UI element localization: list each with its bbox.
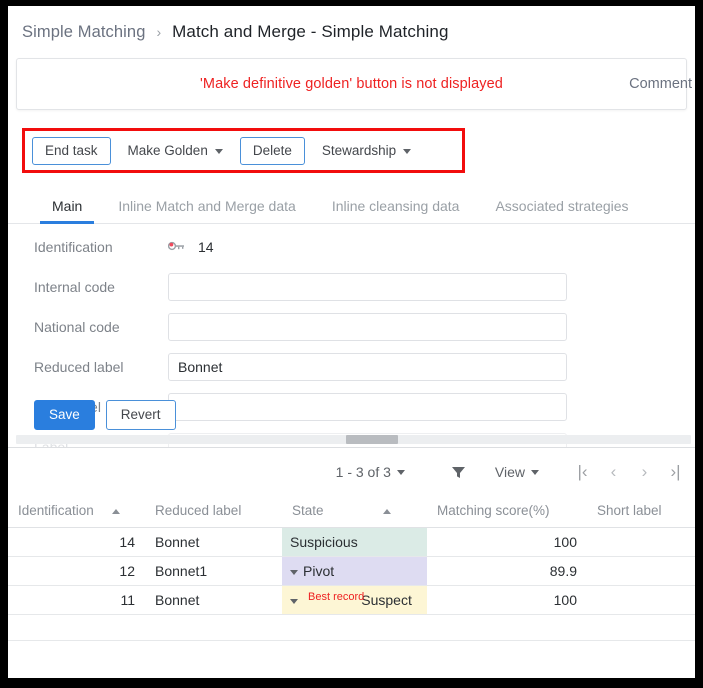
comment-label[interactable]: Comment <box>629 76 692 92</box>
cell-state[interactable]: Pivot <box>282 557 427 586</box>
table-row[interactable]: 14 Bonnet Suspicious 100 <box>8 528 695 557</box>
notification-bar: 'Make definitive golden' button is not d… <box>16 58 687 110</box>
best-record-badge: Best record <box>308 591 364 603</box>
national-code-input[interactable] <box>168 313 567 341</box>
horizontal-scrollbar-thumb[interactable] <box>346 435 398 444</box>
view-label: View <box>495 464 525 480</box>
column-header-label: Reduced label <box>155 503 241 518</box>
table-row[interactable]: 12 Bonnet1 Pivot 89.9 <box>8 557 695 586</box>
chevron-down-icon <box>531 470 539 475</box>
make-golden-button[interactable]: Make Golden <box>117 137 234 165</box>
tab-main[interactable]: Main <box>34 198 100 223</box>
form-row-internal-code: Internal code <box>8 270 695 304</box>
previous-page-button[interactable]: ‹ <box>598 457 629 487</box>
identification-label: Identification <box>8 239 168 255</box>
form-row-reduced-label: Reduced label <box>8 350 695 384</box>
tab-inline-cleansing-data[interactable]: Inline cleansing data <box>314 198 478 223</box>
end-task-button[interactable]: End task <box>32 137 111 165</box>
internal-code-input[interactable] <box>168 273 567 301</box>
column-header-identification[interactable]: Identification <box>8 496 145 528</box>
tab-inline-match-and-merge-data[interactable]: Inline Match and Merge data <box>100 198 313 223</box>
cell-identification: 12 <box>8 557 145 586</box>
form-row-identification: Identification 14 <box>8 230 695 264</box>
cell-state[interactable]: Best recordSuspect <box>282 586 427 615</box>
state-label: Suspect <box>361 592 412 608</box>
table-header-row: Identification Reduced label State Match… <box>8 496 695 528</box>
breadcrumb: Simple Matching › Match and Merge - Simp… <box>8 6 695 58</box>
expand-caret-icon[interactable] <box>290 570 298 575</box>
cell-short-label <box>587 557 695 586</box>
first-page-button[interactable]: |‹ <box>567 457 598 487</box>
chevron-down-icon <box>403 149 411 154</box>
column-header-short-label[interactable]: Short label <box>587 496 695 528</box>
last-page-button[interactable]: ›| <box>660 457 691 487</box>
identification-value: 14 <box>198 239 214 255</box>
stewardship-button[interactable]: Stewardship <box>311 137 422 165</box>
revert-button[interactable]: Revert <box>106 400 176 430</box>
cell-reduced-label: Bonnet <box>145 586 282 615</box>
national-code-label: National code <box>8 319 168 335</box>
make-golden-label: Make Golden <box>128 144 208 158</box>
cell-reduced-label: Bonnet1 <box>145 557 282 586</box>
cell-matching-score: 100 <box>427 528 587 557</box>
column-header-matching-score[interactable]: Matching score(%) <box>427 496 587 528</box>
horizontal-scrollbar[interactable] <box>16 435 691 444</box>
expand-caret-icon[interactable] <box>290 599 298 604</box>
cell-identification: 11 <box>8 586 145 615</box>
pagination-range-dropdown[interactable]: 1 - 3 of 3 <box>336 464 405 480</box>
column-header-label: Identification <box>18 503 94 518</box>
sort-ascending-icon <box>112 509 120 514</box>
tab-associated-strategies[interactable]: Associated strategies <box>477 198 646 223</box>
sort-ascending-icon <box>383 509 391 514</box>
next-page-button[interactable]: › <box>629 457 660 487</box>
pagination-range-label: 1 - 3 of 3 <box>336 464 391 480</box>
results-table: Identification Reduced label State Match… <box>8 496 695 641</box>
stewardship-label: Stewardship <box>322 144 396 158</box>
short-label-input[interactable] <box>168 393 567 421</box>
state-label: Pivot <box>303 563 334 579</box>
column-header-reduced-label[interactable]: Reduced label <box>145 496 282 528</box>
chevron-down-icon <box>215 149 223 154</box>
reduced-label-input[interactable] <box>168 353 567 381</box>
cell-identification: 14 <box>8 528 145 557</box>
table-empty-row <box>8 615 695 641</box>
chevron-down-icon <box>397 470 405 475</box>
notification-bar-wrapper: 'Make definitive golden' button is not d… <box>8 58 695 110</box>
cell-state[interactable]: Suspicious <box>282 528 427 557</box>
action-toolbar: End task Make Golden Delete Stewardship <box>32 136 422 166</box>
save-button[interactable]: Save <box>34 400 95 430</box>
page-title: Match and Merge - Simple Matching <box>172 22 448 42</box>
action-toolbar-zone: End task Make Golden Delete Stewardship <box>8 128 695 176</box>
cell-short-label <box>587 586 695 615</box>
delete-button[interactable]: Delete <box>240 137 305 165</box>
column-header-label: State <box>292 503 324 518</box>
column-header-label: Short label <box>597 503 662 518</box>
breadcrumb-parent-link[interactable]: Simple Matching <box>22 23 145 42</box>
filter-icon[interactable] <box>441 457 477 487</box>
tab-bar: Main Inline Match and Merge data Inline … <box>8 190 695 224</box>
key-icon <box>168 241 198 253</box>
cell-matching-score: 100 <box>427 586 587 615</box>
cell-matching-score: 89.9 <box>427 557 587 586</box>
main-form-panel: Identification 14 Internal code National… <box>8 224 695 447</box>
view-dropdown[interactable]: View <box>495 464 539 480</box>
cell-short-label <box>587 528 695 557</box>
reduced-label-label: Reduced label <box>8 359 168 375</box>
column-header-state[interactable]: State <box>282 496 427 528</box>
app-window: Simple Matching › Match and Merge - Simp… <box>8 6 695 678</box>
results-toolbar: 1 - 3 of 3 View |‹ ‹ › ›| <box>8 448 695 496</box>
table-row[interactable]: 11 Bonnet Best recordSuspect 100 <box>8 586 695 615</box>
notification-message: 'Make definitive golden' button is not d… <box>200 76 503 92</box>
breadcrumb-separator-icon: › <box>156 24 161 40</box>
form-row-national-code: National code <box>8 310 695 344</box>
results-section: 1 - 3 of 3 View |‹ ‹ › ›| <box>8 447 695 641</box>
column-header-label: Matching score(%) <box>437 503 550 518</box>
state-label: Suspicious <box>290 534 358 550</box>
internal-code-label: Internal code <box>8 279 168 295</box>
cell-reduced-label: Bonnet <box>145 528 282 557</box>
form-actions: Save Revert <box>34 400 176 430</box>
